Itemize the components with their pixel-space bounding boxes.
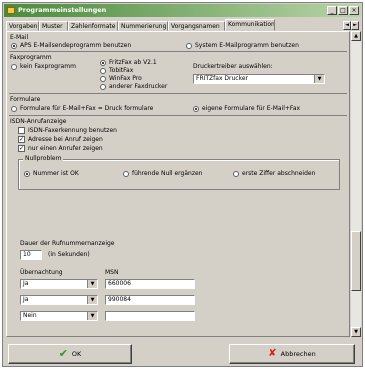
nullproblem-label: Nullproblem [23,155,64,162]
isdn-show-checkbox[interactable]: ✓ [18,136,25,143]
isdn-only-checkbox[interactable]: ✓ [18,145,25,152]
ok-label: OK [71,350,82,358]
msn-row1-select[interactable]: Ja ▼ [20,279,98,289]
maximize-button[interactable]: □ [338,6,348,15]
msn-row2-value: Ja [23,296,29,303]
cancel-button[interactable]: ✘ Abbrechen [229,344,355,364]
chevron-down-icon: ▼ [87,296,97,304]
tab-kommunikation[interactable]: Kommunikation [225,19,275,31]
title-bar: Programmeinstellungen _ □ × [4,4,361,17]
fax-winfax-radio[interactable] [100,76,106,82]
scroll-down-icon[interactable]: ▼ [351,327,361,337]
nullproblem-ok-radio[interactable] [24,171,30,177]
kommunikation-panel: E-Mail APS E-Mailsendeprogramm benutzen … [6,31,350,337]
scroll-thumb[interactable] [351,231,361,291]
divider [9,115,347,116]
fax-fritz-radio[interactable] [100,60,106,66]
nullproblem-zero-label: führende Null ergänzen [132,170,203,177]
panel-scrollbar[interactable]: ▲ ▼ [351,31,361,337]
duration-input[interactable]: 10 [20,250,42,260]
msn-row1-value: Ja [23,280,29,287]
chevron-down-icon: ▼ [314,75,324,83]
fax-winfax-label: WinFax Pro [109,75,142,82]
duration-label: Dauer der Rufnummernanzeige [20,240,115,247]
tab-vorgaben[interactable]: Vorgaben [6,21,39,31]
isdn-only-label: nur einen Anrufer zeigen [28,145,103,152]
fax-other-radio[interactable] [100,84,106,90]
msn-row2-select[interactable]: Ja ▼ [20,295,98,305]
scroll-up-icon[interactable]: ▲ [351,31,361,41]
nullproblem-cut-radio[interactable] [233,171,239,177]
isdn-show-label: Adresse bei Anruf zeigen [28,136,103,143]
forms-group-label: Formulare [10,96,41,103]
tab-zahlenformate[interactable]: Zahlenformate [68,21,118,31]
tab-scroll: ◄ ► [343,21,359,30]
cancel-x-icon: ✘ [268,348,277,359]
msn-col2-header: MSN [105,269,119,276]
msn-col1-header: Übernachtung [20,269,63,276]
fax-other-label: anderer Faxdrucker [109,83,168,90]
email-group-label: E-Mail [10,34,29,41]
tab-strip: Vorgaben Muster Zahlenformate Nummerieru… [6,19,359,31]
forms-own-label: eigene Formulare für E-Mail+Fax [202,105,301,112]
fax-driver-value: FRITZfax Drucker [196,75,249,82]
isdn-group-label: ISDN-Anrufanzeige [10,118,67,125]
divider [9,93,347,94]
fax-driver-label: Druckertreiber auswählen: [193,63,273,70]
forms-print-radio[interactable] [11,106,17,112]
nullproblem-ok-label: Nummer ist OK [33,170,79,177]
tab-muster[interactable]: Muster [39,21,68,31]
fax-tobit-label: TobitFax [109,67,134,74]
checkmark-icon: ✔ [58,347,68,360]
cancel-label: Abbrechen [280,350,316,358]
msn-row1-input[interactable]: 660006 [105,279,195,289]
email-aps-label: APS E-Mailsendeprogramm benutzen [20,42,132,49]
chevron-down-icon: ▼ [87,312,97,320]
divider [9,51,347,52]
close-button[interactable]: × [349,6,359,15]
tab-scroll-left-icon[interactable]: ◄ [343,21,351,30]
chevron-down-icon: ▼ [87,280,97,288]
duration-unit: (in Sekunden) [48,251,90,258]
forms-own-radio[interactable] [193,106,199,112]
msn-row2-input[interactable]: 990084 [105,295,195,305]
tab-vorgangsnamen[interactable]: Vorgangsnamen [168,21,225,31]
forms-print-label: Formulare für E-Mail+Fax = Druck formula… [20,105,154,112]
tab-nummerierung[interactable]: Nummerierung [118,21,168,31]
isdn-use-checkbox[interactable] [18,127,25,134]
nullproblem-zero-radio[interactable] [123,171,129,177]
ok-button[interactable]: ✔ OK [8,344,132,364]
window-title: Programmeinstellungen [18,6,107,14]
minimize-button[interactable]: _ [327,6,337,15]
fax-group-label: Faxprogramm [10,54,52,61]
msn-row3-value: Nein [23,312,37,319]
fax-tobit-radio[interactable] [100,68,106,74]
fax-driver-select[interactable]: FRITZfax Drucker ▼ [193,74,325,84]
fax-none-radio[interactable] [11,64,17,70]
isdn-use-label: ISDN-Faxerkennung benutzen [28,127,117,134]
app-icon [7,7,15,14]
fax-none-label: kein Faxprogramm [20,63,76,70]
nullproblem-cut-label: erste Ziffer abschneiden [242,170,316,177]
email-aps-radio[interactable] [11,43,17,49]
msn-row3-select[interactable]: Nein ▼ [20,311,98,321]
msn-row3-input[interactable] [105,311,195,321]
fax-fritz-label: FritzFax ab V2.1 [109,59,157,66]
email-system-label: System E-Mailprogramm benutzen [195,42,299,49]
settings-window: Programmeinstellungen _ □ × Vorgaben Mus… [2,2,363,367]
email-system-radio[interactable] [186,43,192,49]
tab-scroll-right-icon[interactable]: ► [351,21,359,30]
